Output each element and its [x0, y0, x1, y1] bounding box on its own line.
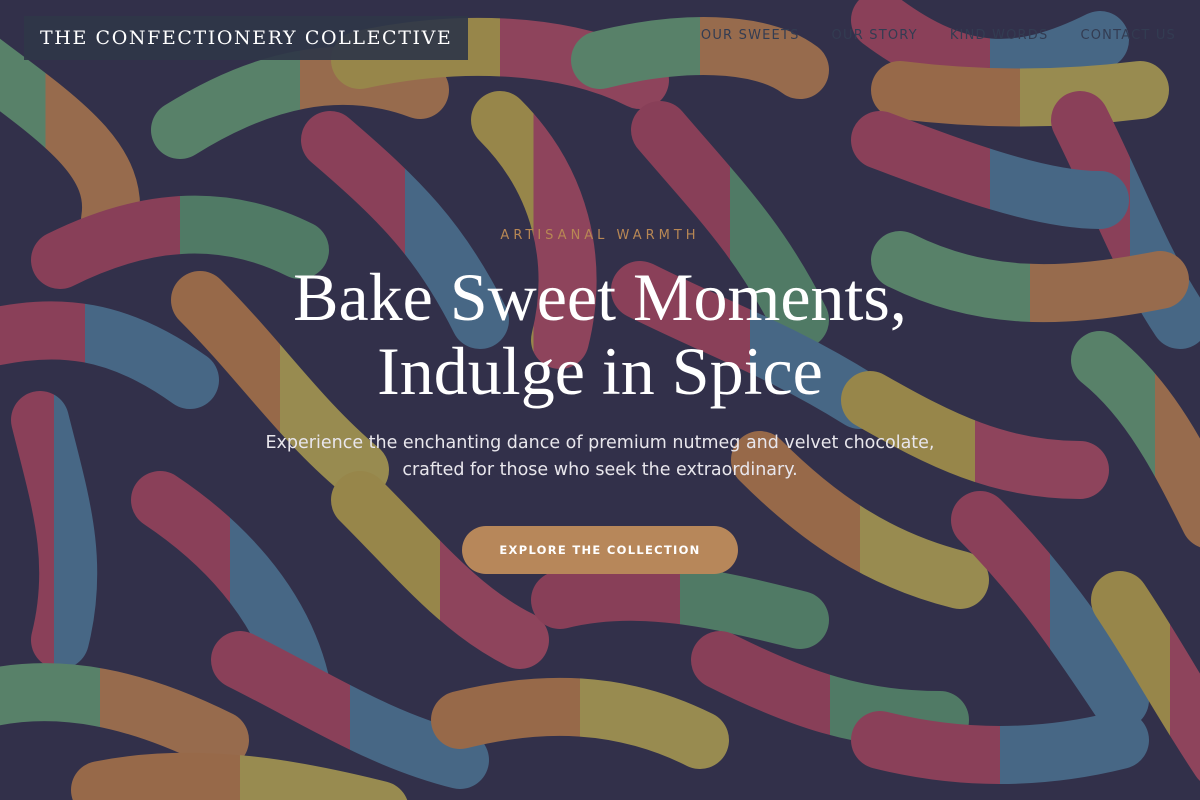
explore-collection-button[interactable]: EXPLORE THE COLLECTION: [462, 526, 738, 574]
nav-link-our-sweets[interactable]: OUR SWEETS: [701, 28, 800, 43]
hero-section: THE CONFECTIONERY COLLECTIVE OUR SWEETS …: [0, 0, 1200, 800]
hero-subtitle: Experience the enchanting dance of premi…: [265, 433, 935, 480]
main-nav: OUR SWEETS OUR STORY KIND WORDS CONTACT …: [701, 28, 1176, 43]
hero-eyebrow: ARTISANAL WARMTH: [500, 228, 700, 243]
hero-headline-line-2: Indulge in Spice: [377, 333, 823, 409]
nav-link-contact-us[interactable]: CONTACT US: [1080, 28, 1176, 43]
hero-headline: Bake Sweet Moments, Indulge in Spice: [200, 260, 1000, 408]
nav-link-kind-words[interactable]: KIND WORDS: [950, 28, 1049, 43]
brand-logo[interactable]: THE CONFECTIONERY COLLECTIVE: [24, 16, 469, 60]
nav-link-our-story[interactable]: OUR STORY: [832, 28, 918, 43]
hero-headline-line-1: Bake Sweet Moments,: [293, 259, 907, 335]
